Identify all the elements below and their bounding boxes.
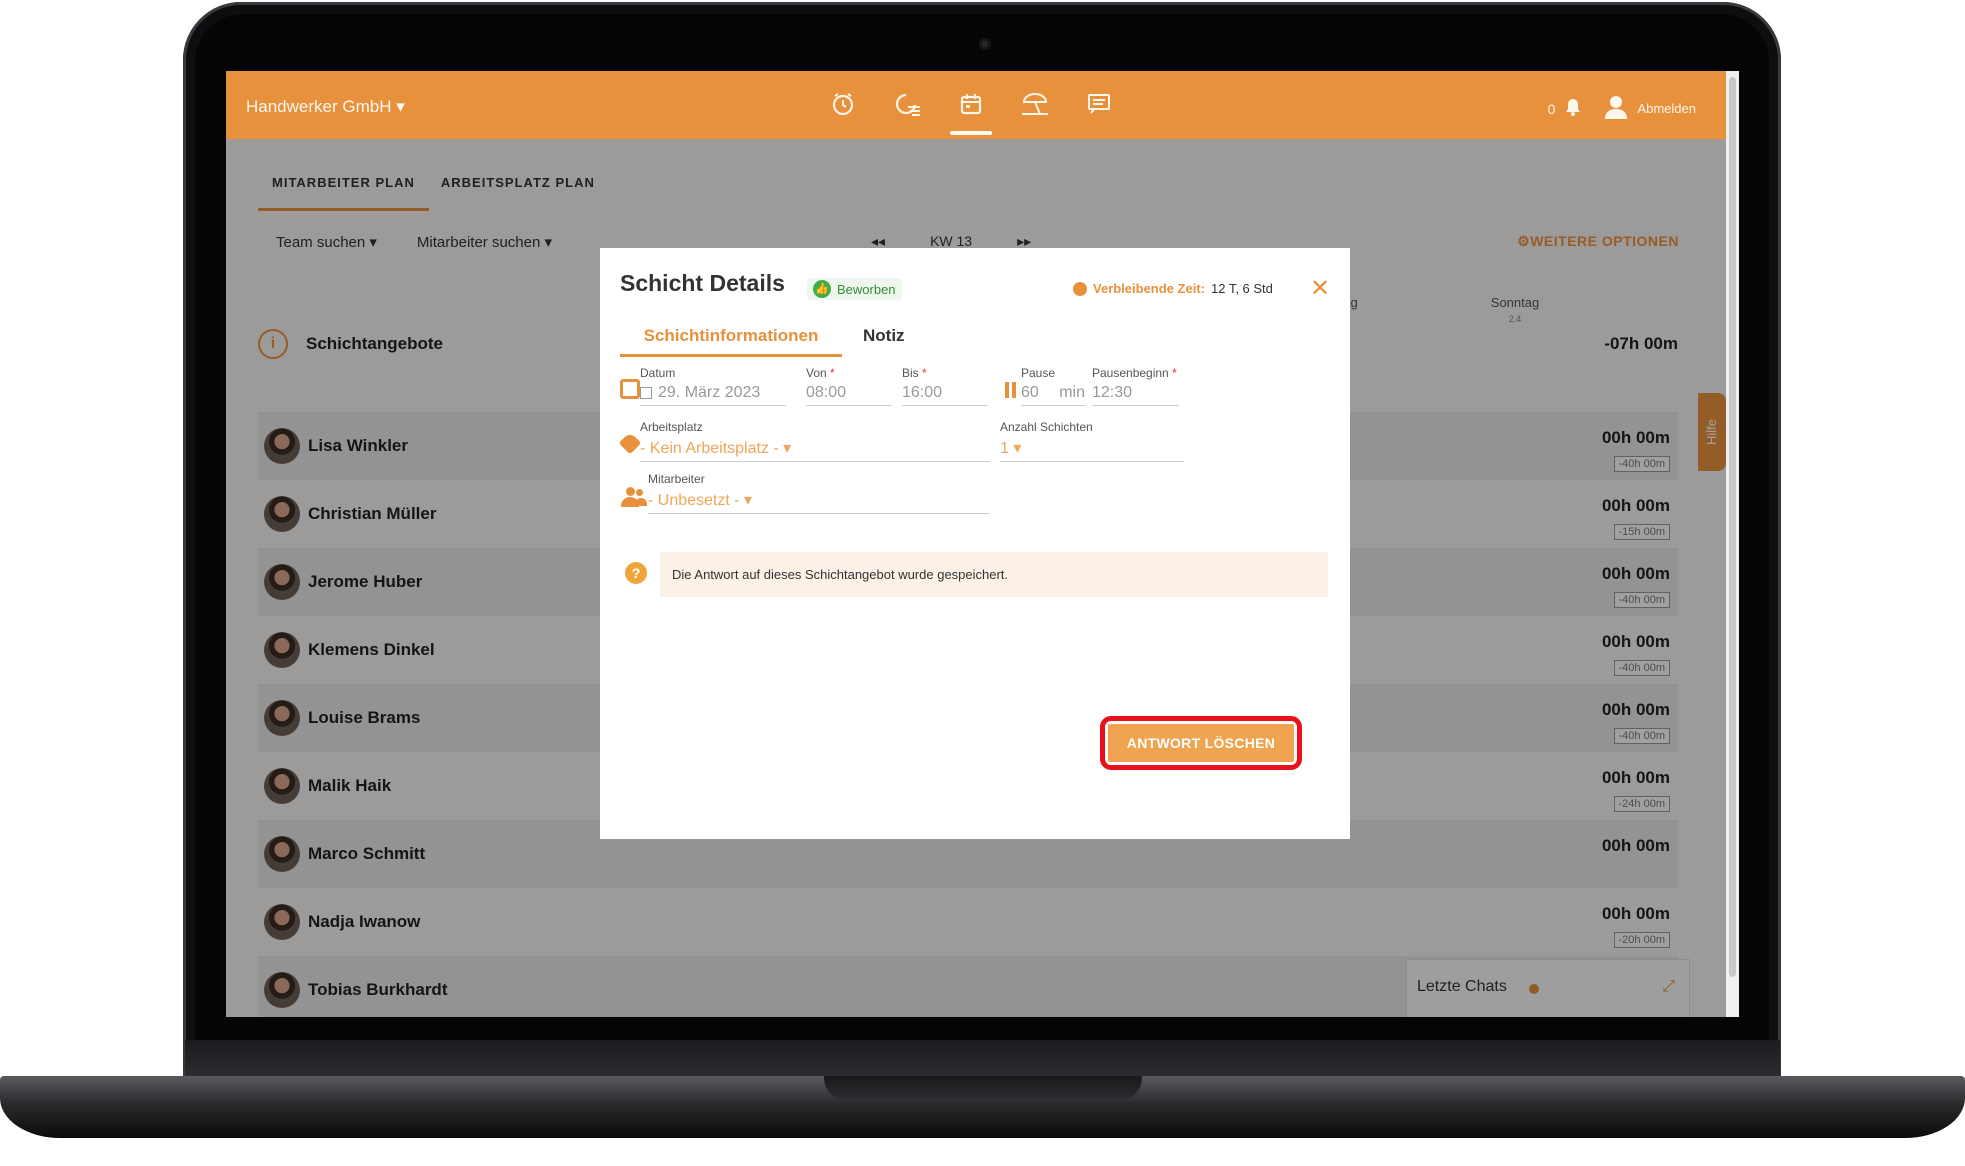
employee-field[interactable]: Mitarbeiter - Unbesetzt - ▾ <box>648 472 990 514</box>
to-time-field[interactable]: Bis * 16:00 <box>902 366 988 406</box>
history-icon[interactable] <box>890 87 924 121</box>
remaining-time-label: Verbleibende Zeit: <box>1093 281 1205 296</box>
chat-icon[interactable] <box>1082 87 1116 121</box>
shift-count-label: Anzahl Schichten <box>1000 420 1093 434</box>
employee-label: Mitarbeiter <box>648 472 705 486</box>
shift-count-select[interactable]: 1 ▾ <box>1000 438 1184 462</box>
status-badge-label: Beworben <box>837 281 896 297</box>
alarm-icon <box>1073 281 1087 296</box>
logout-link[interactable]: Abmelden <box>1637 101 1696 116</box>
delete-response-button[interactable]: ANTWORT LÖSCHEN <box>1108 724 1294 762</box>
bell-icon[interactable] <box>1565 98 1581 119</box>
modal-tabs: Schichtinformationen Notiz <box>620 326 1165 357</box>
clock-icon[interactable] <box>826 87 860 121</box>
close-icon[interactable]: ✕ <box>1310 274 1330 303</box>
calendar-icon[interactable] <box>950 87 992 135</box>
question-icon: ? <box>625 562 647 584</box>
remaining-time-value: 12 T, 6 Std <box>1210 281 1273 296</box>
from-value[interactable]: 08:00 <box>806 384 892 406</box>
tab-note[interactable]: Notiz <box>863 326 905 346</box>
shift-details-modal: Schicht Details 👍 Beworben Verbleibende … <box>600 248 1350 839</box>
pause-value[interactable]: 60 min <box>1021 384 1085 406</box>
pause-start-label: Pausenbeginn * <box>1092 366 1177 380</box>
shift-count-field[interactable]: Anzahl Schichten 1 ▾ <box>1000 420 1184 462</box>
main-nav <box>826 87 1116 135</box>
company-switcher[interactable]: Handwerker GmbH ▾ <box>246 97 405 117</box>
pause-field[interactable]: Pause 60 min <box>1021 366 1085 406</box>
from-label: Von * <box>806 366 835 380</box>
to-value[interactable]: 16:00 <box>902 384 988 406</box>
pause-start-value[interactable]: 12:30 <box>1092 384 1179 406</box>
to-label: Bis * <box>902 366 927 380</box>
workplace-label: Arbeitsplatz <box>640 420 703 434</box>
scrollbar[interactable] <box>1726 71 1739 1017</box>
thumbs-up-icon: 👍 <box>813 280 831 298</box>
tab-shift-info[interactable]: Schichtinformationen <box>620 326 842 357</box>
top-right-area: 0 Abmelden <box>1548 95 1696 122</box>
notification-count: 0 <box>1547 100 1556 117</box>
pause-start-field[interactable]: Pausenbeginn * 12:30 <box>1092 366 1179 406</box>
pause-number: 60 <box>1021 384 1039 401</box>
laptop-frame: Handwerker GmbH ▾ 0 Abmelden MITARBEITER… <box>0 0 1965 1166</box>
people-icon <box>621 487 647 507</box>
remaining-time: Verbleibende Zeit: 12 T, 6 Std <box>1073 281 1273 296</box>
small-calendar-icon <box>640 386 652 399</box>
date-text: 29. März 2023 <box>658 384 761 401</box>
from-time-field[interactable]: Von * 08:00 <box>806 366 892 406</box>
calendar-icon <box>620 379 640 399</box>
scrollbar-thumb[interactable] <box>1729 77 1736 977</box>
employee-select[interactable]: - Unbesetzt - ▾ <box>648 490 990 514</box>
date-label: Datum <box>640 366 676 380</box>
user-icon[interactable] <box>1605 95 1628 122</box>
info-notice: Die Antwort auf dieses Schichtangebot wu… <box>660 552 1328 597</box>
pause-label: Pause <box>1021 366 1056 380</box>
workplace-field[interactable]: Arbeitsplatz - Kein Arbeitsplatz - ▾ <box>640 420 990 462</box>
bezel-bottom <box>185 1040 1780 1076</box>
top-bar: Handwerker GmbH ▾ 0 Abmelden <box>226 71 1726 139</box>
laptop-notch <box>824 1076 1142 1100</box>
pause-unit: min <box>1059 384 1085 401</box>
app-screen: Handwerker GmbH ▾ 0 Abmelden MITARBEITER… <box>226 71 1739 1017</box>
date-field[interactable]: Datum 29. März 2023 <box>640 366 786 406</box>
date-value[interactable]: 29. März 2023 <box>640 384 786 406</box>
status-badge: 👍 Beworben <box>807 278 902 300</box>
camera-icon <box>979 38 991 50</box>
workplace-select[interactable]: - Kein Arbeitsplatz - ▾ <box>640 438 990 462</box>
tag-icon <box>618 431 642 455</box>
modal-title: Schicht Details <box>620 270 785 296</box>
vacation-icon[interactable] <box>1018 87 1052 121</box>
pause-icon <box>1004 382 1018 398</box>
